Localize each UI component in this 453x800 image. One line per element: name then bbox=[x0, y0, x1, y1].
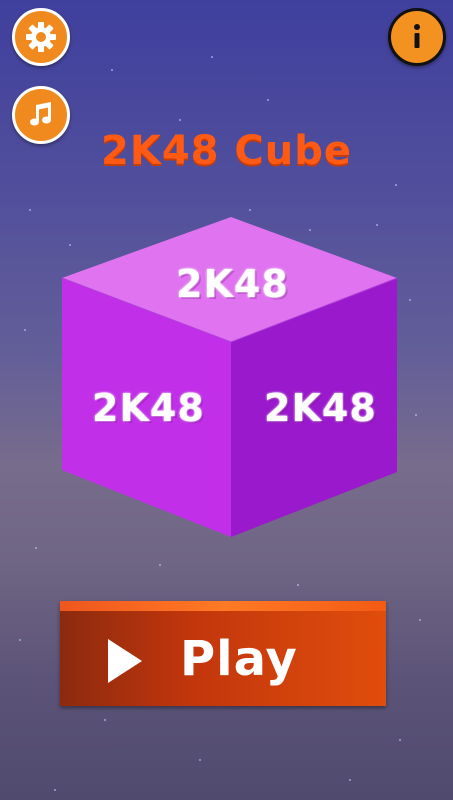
cube-left-label: 2K48 bbox=[92, 386, 205, 430]
cube-top-label: 2K48 bbox=[176, 262, 289, 306]
cube-right-label: 2K48 bbox=[264, 386, 377, 430]
play-button-label: Play bbox=[180, 631, 298, 687]
play-icon bbox=[108, 639, 142, 683]
play-button[interactable]: Play bbox=[60, 601, 386, 706]
